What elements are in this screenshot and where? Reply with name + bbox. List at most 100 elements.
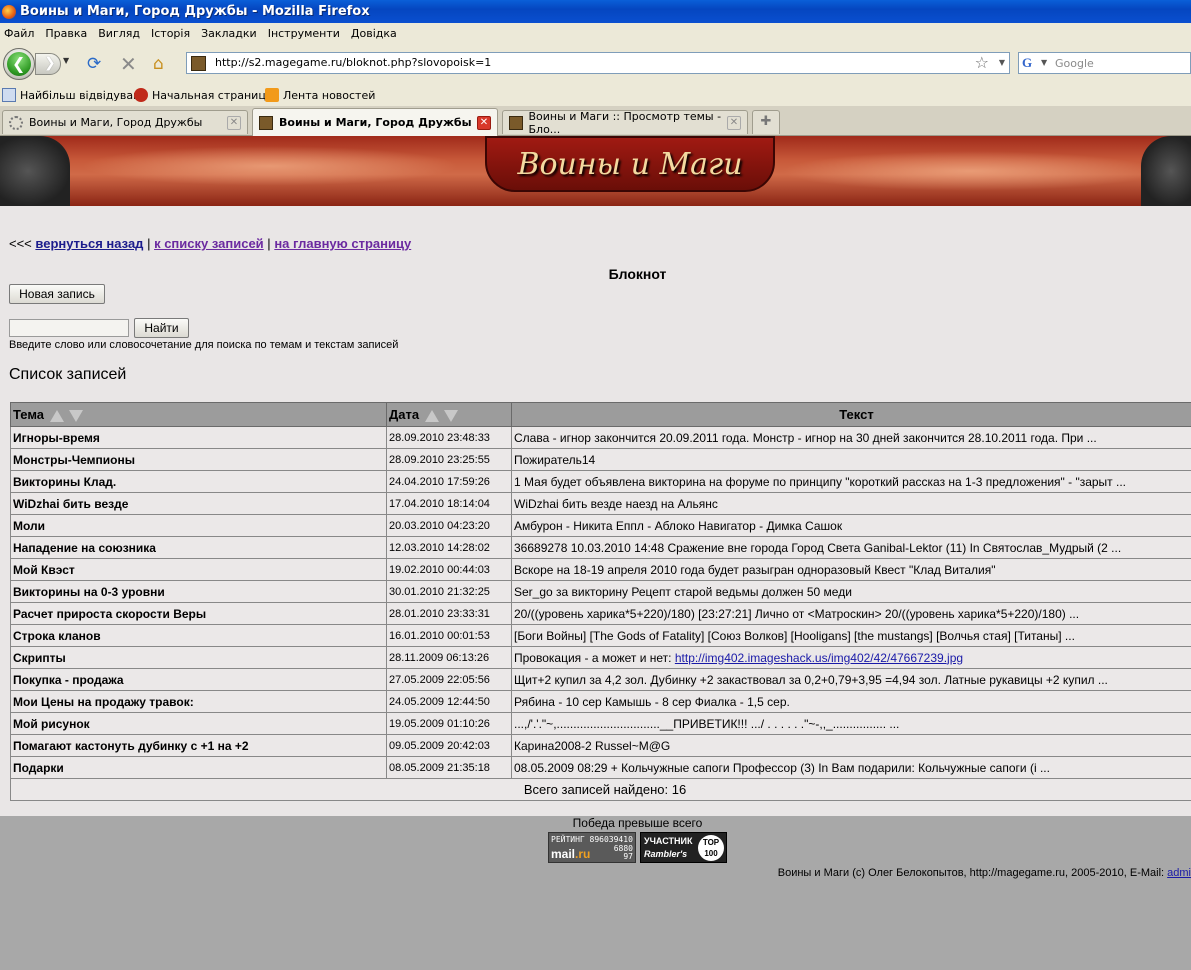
url-text[interactable]: http://s2.magegame.ru/bloknot.php?slovop… bbox=[215, 56, 491, 69]
record-topic[interactable]: Нападение на союзника bbox=[10, 536, 387, 559]
menu-view[interactable]: Вигляд bbox=[94, 27, 147, 40]
back-link[interactable]: вернуться назад bbox=[35, 236, 143, 251]
bookmark-news-feed[interactable]: Лента новостей bbox=[265, 88, 375, 102]
back-button[interactable]: ❮ bbox=[3, 48, 35, 80]
url-dropdown-icon[interactable]: ▼ bbox=[999, 58, 1005, 67]
record-text-content: 1 Мая будет объявлена викторина на форум… bbox=[514, 474, 1127, 489]
column-label: Дата bbox=[389, 407, 420, 422]
counter-label: УЧАСТНИК bbox=[644, 836, 693, 846]
tab-label: Воины и Маги :: Просмотр темы - Бло... bbox=[528, 109, 722, 136]
site-logo[interactable]: Воины и Маги bbox=[485, 136, 775, 192]
table-row: WiDzhai бить везде 17.04.2010 18:14:04 WiD… bbox=[10, 492, 1191, 515]
menu-history[interactable]: Історія bbox=[147, 27, 197, 40]
menu-bookmarks[interactable]: Закладки bbox=[197, 27, 264, 40]
table-row: Викторины на 0-3 уровни 30.01.2010 21:32:… bbox=[10, 580, 1191, 603]
record-topic[interactable]: Помагают кастонуть дубинку с +1 на +2 bbox=[10, 734, 387, 757]
record-topic[interactable]: Игноры-время bbox=[10, 426, 387, 449]
record-topic[interactable]: Мой рисунок bbox=[10, 712, 387, 735]
menu-help[interactable]: Довідка bbox=[347, 27, 404, 40]
new-tab-button[interactable]: ✚ bbox=[752, 110, 780, 134]
main-content: <<< вернуться назад | к списку записей |… bbox=[0, 206, 1191, 816]
bookmark-star-icon[interactable]: ☆ bbox=[975, 53, 989, 72]
home-page-link[interactable]: на главную страницу bbox=[274, 236, 411, 251]
record-text-content: ...,/'.'."~,............................… bbox=[514, 716, 900, 731]
window-titlebar: Воины и Маги, Город Дружбы - Mozilla Fir… bbox=[0, 0, 1191, 23]
loading-icon bbox=[9, 115, 23, 130]
table-row: Подарки 08.05.2009 21:35:18 08.05.2009 08:… bbox=[10, 756, 1191, 779]
table-row: Монстры-Чемпионы 28.09.2010 23:25:55 Пожир… bbox=[10, 448, 1191, 471]
records-list-title: Список записей bbox=[9, 366, 127, 383]
menu-edit[interactable]: Правка bbox=[41, 27, 94, 40]
record-text: Ser_go за викторину Рецепт старой ведьмы… bbox=[511, 580, 1191, 603]
stop-icon[interactable]: ✕ bbox=[120, 54, 137, 74]
record-topic[interactable]: Моли bbox=[10, 514, 387, 537]
record-topic[interactable]: Мой Квэст bbox=[10, 558, 387, 581]
record-text: Рябина - 10 сер Камышь - 8 сер Фиалка - … bbox=[511, 690, 1191, 713]
record-date: 09.05.2009 20:42:03 bbox=[386, 734, 512, 757]
bookmark-start-page[interactable]: Начальная страница bbox=[134, 88, 273, 102]
table-row: Мои Цены на продажу травок: 24.05.2009 12… bbox=[10, 690, 1191, 713]
close-tab-icon[interactable]: ✕ bbox=[477, 116, 491, 130]
page-title: Блокнот bbox=[608, 266, 667, 282]
sort-asc-icon[interactable] bbox=[49, 409, 64, 422]
record-text-content: Вскоре на 18-19 апреля 2010 года будет р… bbox=[514, 562, 996, 577]
find-button[interactable]: Найти bbox=[134, 318, 189, 338]
record-date: 28.01.2010 23:33:31 bbox=[386, 602, 512, 625]
mail-ru-counter[interactable]: РЕЙТИНГ 896039410 mail.ru 6880 97 bbox=[548, 832, 636, 863]
record-topic[interactable]: Скрипты bbox=[10, 646, 387, 669]
close-tab-icon[interactable]: ✕ bbox=[727, 116, 741, 130]
record-date: 28.11.2009 06:13:26 bbox=[386, 646, 512, 669]
tab-1[interactable]: Воины и Маги, Город Дружбы ✕ bbox=[2, 110, 248, 134]
forward-arrow-icon: ❯ bbox=[44, 55, 56, 71]
search-placeholder: Google bbox=[1055, 57, 1094, 70]
record-topic[interactable]: WiDzhai бить везде bbox=[10, 492, 387, 515]
history-dropdown-icon[interactable]: ▼ bbox=[63, 56, 69, 65]
forward-button[interactable]: ❯ bbox=[35, 53, 61, 75]
table-row: Игноры-время 28.09.2010 23:48:33 Слава - и… bbox=[10, 426, 1191, 449]
url-bar[interactable]: http://s2.magegame.ru/bloknot.php?slovop… bbox=[186, 52, 1010, 74]
table-row: Нападение на союзника 12.03.2010 14:28:02… bbox=[10, 536, 1191, 559]
record-link[interactable]: http://img402.imageshack.us/img402/42/47… bbox=[675, 651, 963, 665]
record-topic[interactable]: Мои Цены на продажу травок: bbox=[10, 690, 387, 713]
back-arrow-icon: ❮ bbox=[12, 54, 26, 73]
home-icon[interactable]: ⌂ bbox=[153, 54, 164, 74]
window-title: Воины и Маги, Город Дружбы - Mozilla Fir… bbox=[20, 4, 370, 19]
record-topic[interactable]: Монстры-Чемпионы bbox=[10, 448, 387, 471]
record-text-content: 20/((уровень харика*5+220)/180) [23:27:2… bbox=[514, 606, 1080, 621]
reload-icon[interactable]: ⟳ bbox=[87, 54, 101, 74]
tab-3[interactable]: Воины и Маги :: Просмотр темы - Бло... ✕ bbox=[502, 109, 748, 136]
sort-asc-icon[interactable] bbox=[424, 409, 439, 422]
tab-2[interactable]: Воины и Маги, Город Дружбы ✕ bbox=[252, 108, 498, 136]
close-tab-icon[interactable]: ✕ bbox=[227, 116, 241, 130]
search-bar[interactable]: G ▼ Google bbox=[1018, 52, 1191, 74]
record-topic[interactable]: Строка кланов bbox=[10, 624, 387, 647]
record-text-content: Карина2008-2 Russel~M@G bbox=[514, 738, 671, 753]
rambler-top100-counter[interactable]: УЧАСТНИК Rambler's TOP 100 bbox=[640, 832, 727, 863]
record-text: 08.05.2009 08:29 + Кольчужные сапоги Про… bbox=[511, 756, 1191, 779]
new-record-button[interactable]: Новая запись bbox=[9, 284, 105, 304]
menu-tools[interactable]: Інструменти bbox=[264, 27, 347, 40]
top100-badge: TOP 100 bbox=[698, 835, 724, 861]
tab-label: Воины и Маги, Город Дружбы bbox=[279, 116, 472, 129]
table-row: Строка кланов 16.01.2010 00:01:53 [Боги Во… bbox=[10, 624, 1191, 647]
records-list-link[interactable]: к списку записей bbox=[154, 236, 264, 251]
email-link[interactable]: admi bbox=[1167, 867, 1191, 879]
search-input[interactable] bbox=[9, 319, 129, 337]
record-date: 12.03.2010 14:28:02 bbox=[386, 536, 512, 559]
record-text: Щит+2 купил за 4,2 зол. Дубинку +2 закас… bbox=[511, 668, 1191, 691]
menu-file[interactable]: Файл bbox=[0, 27, 41, 40]
record-topic[interactable]: Расчет прироста скорости Веры bbox=[10, 602, 387, 625]
search-engine-dropdown-icon[interactable]: ▼ bbox=[1041, 58, 1047, 67]
table-row: Помагают кастонуть дубинку с +1 на +2 09.… bbox=[10, 734, 1191, 757]
record-topic[interactable]: Подарки bbox=[10, 756, 387, 779]
google-icon[interactable]: G bbox=[1022, 55, 1038, 71]
record-topic[interactable]: Викторины Клад. bbox=[10, 470, 387, 493]
menu-bar: Файл Правка Вигляд Історія Закладки Інст… bbox=[0, 23, 1191, 44]
records-total: Всего записей найдено: 16 bbox=[10, 778, 1191, 801]
record-topic[interactable]: Покупка - продажа bbox=[10, 668, 387, 691]
record-topic[interactable]: Викторины на 0-3 уровни bbox=[10, 580, 387, 603]
bookmark-most-visited[interactable]: Найбільш відвідувані bbox=[2, 88, 143, 102]
sort-desc-icon[interactable] bbox=[444, 409, 459, 422]
sort-desc-icon[interactable] bbox=[69, 409, 84, 422]
record-text: [Боги Войны] [The Gods of Fatality] [Сою… bbox=[511, 624, 1191, 647]
